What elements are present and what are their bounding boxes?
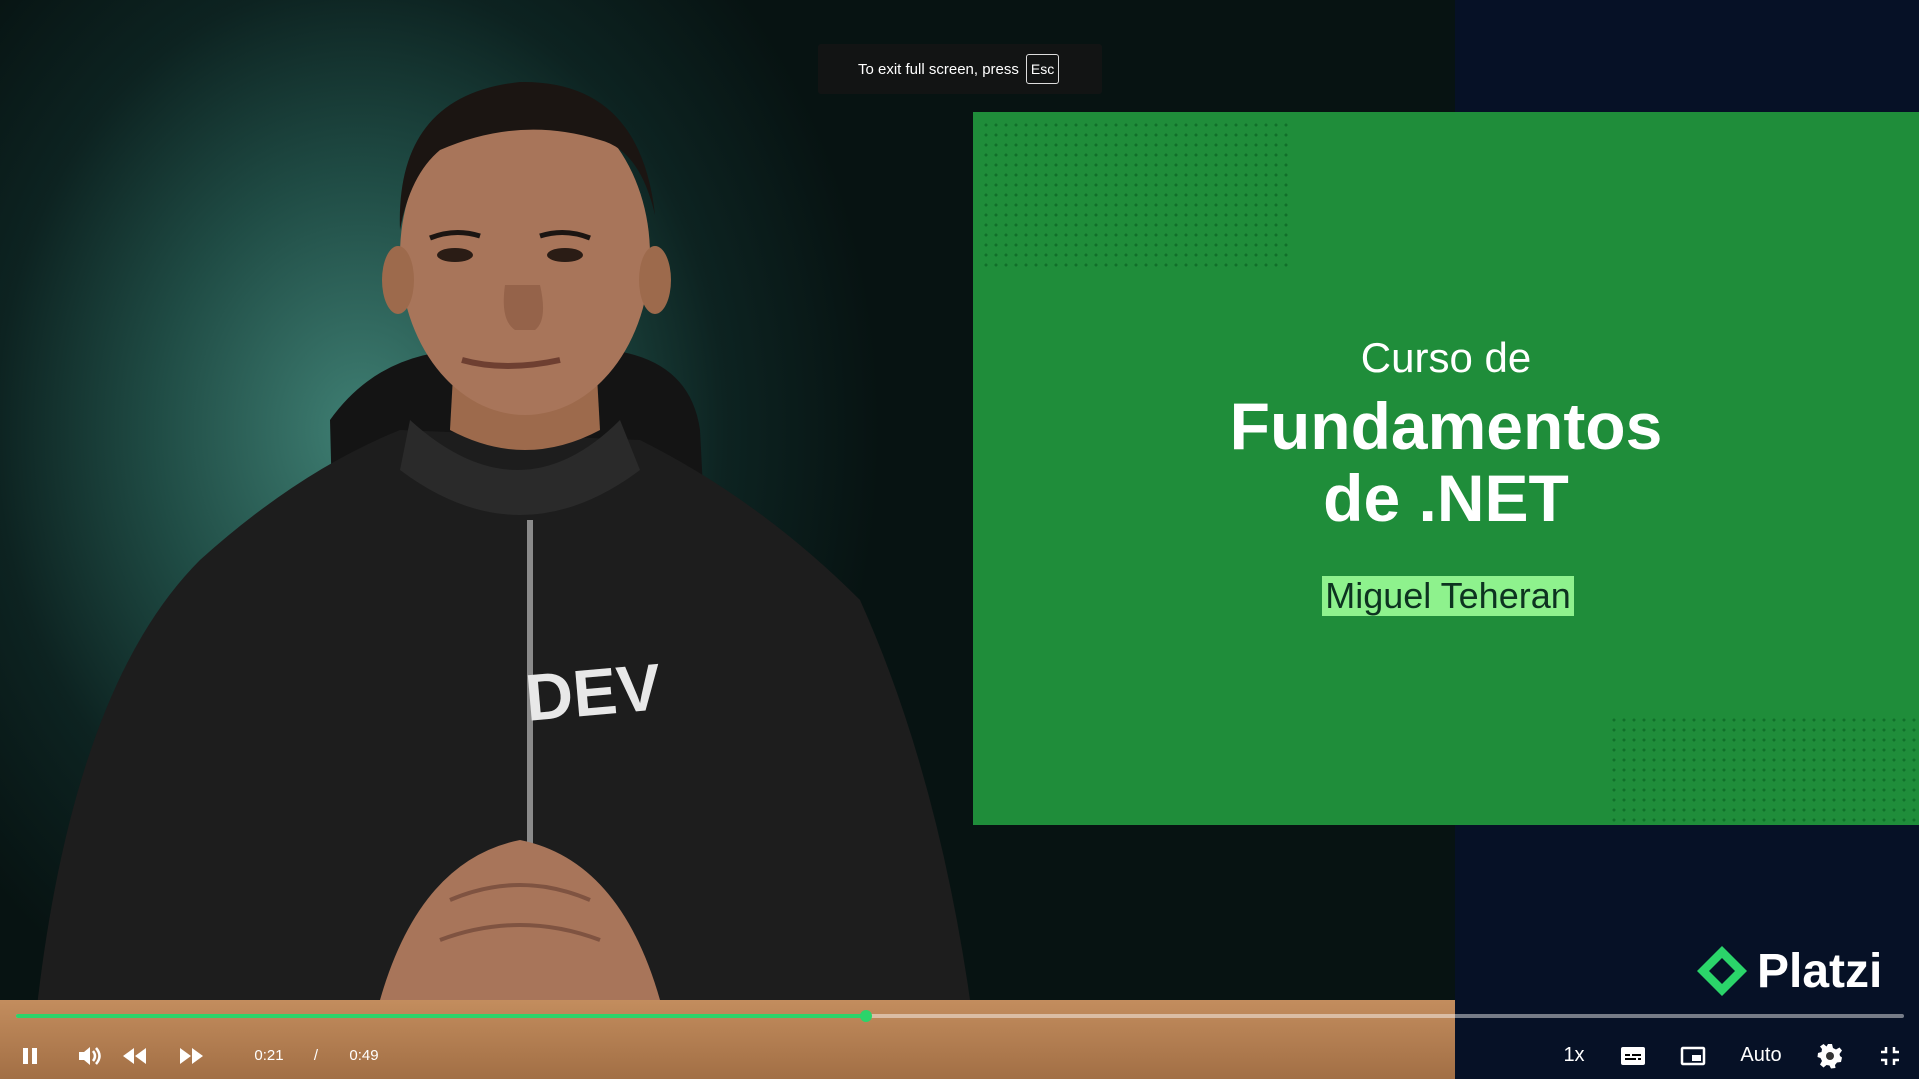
rewind-button[interactable] [118, 1032, 150, 1079]
presenter-video-frame: DEV [30, 81, 980, 1079]
platzi-logo-text: Platzi [1757, 945, 1883, 998]
fast-forward-icon [180, 1047, 203, 1064]
progress-fill [16, 1014, 866, 1018]
slide-pattern [981, 120, 1291, 270]
rewind-icon [123, 1047, 146, 1064]
volume-button[interactable] [74, 1032, 106, 1079]
fullscreen-exit-notice: To exit full screen, press Esc [818, 44, 1102, 94]
settings-button[interactable] [1814, 1032, 1846, 1079]
quality-button[interactable]: Auto [1736, 1032, 1786, 1079]
picture-in-picture-button[interactable] [1676, 1032, 1710, 1079]
platzi-logo: Platzi [1693, 940, 1917, 1010]
captions-icon [1621, 1046, 1645, 1065]
notice-text: To exit full screen, press [858, 60, 1019, 78]
pause-icon [23, 1047, 37, 1064]
fast-forward-button[interactable] [176, 1032, 208, 1079]
current-time: 0:21 [254, 1047, 284, 1064]
picture-in-picture-icon [1680, 1046, 1706, 1065]
exit-fullscreen-button[interactable] [1874, 1032, 1906, 1079]
video-player[interactable]: DEV Curso de Fundamentos de .NET Miguel … [0, 0, 1919, 1079]
slide-title-line: Fundamentos [1229, 389, 1663, 463]
esc-key-badge: Esc [1025, 54, 1060, 84]
playback-speed-button[interactable]: 1x [1556, 1032, 1592, 1079]
captions-button[interactable] [1616, 1032, 1650, 1079]
platzi-logo-icon [1697, 946, 1747, 996]
time-separator: / [313, 1047, 319, 1064]
slide-title-line: de .NET [1323, 461, 1569, 535]
progress-bar[interactable] [16, 1010, 1904, 1022]
progress-handle[interactable] [859, 1010, 872, 1022]
slide-author: Miguel Teheran [1322, 576, 1574, 616]
volume-icon [79, 1046, 101, 1065]
exit-fullscreen-icon [1881, 1046, 1899, 1065]
slide-pattern [1609, 715, 1919, 825]
duration: 0:49 [349, 1047, 379, 1064]
play-pause-button[interactable] [14, 1032, 46, 1079]
control-bar: 0:21 / 0:49 1x Auto [0, 1032, 1919, 1079]
gear-icon [1817, 1043, 1842, 1068]
slide-subtitle: Curso de [1360, 334, 1532, 381]
shirt-text: DEV [522, 649, 664, 735]
title-slide: Curso de Fundamentos de .NET Miguel Tehe… [973, 112, 1919, 825]
slide-title: Fundamentos de .NET [973, 390, 1919, 534]
